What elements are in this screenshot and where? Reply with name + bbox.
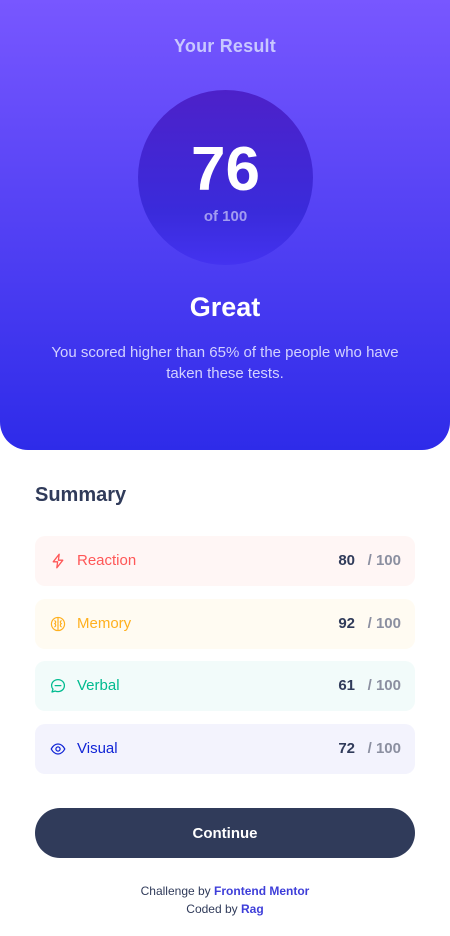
eye-icon [50,743,66,755]
summary-item-max: / 100 [367,552,401,569]
score-max: of 100 [203,208,248,225]
result-panel: Your Result 76 of 100 Great You scored h… [0,0,450,450]
summary-item-max: / 100 [367,677,401,694]
summary-item-max: / 100 [367,615,401,632]
score-circle: 76 of 100 [138,90,313,265]
summary-item-score: 92 [338,615,355,632]
result-description: You scored higher than 65% of the people… [51,344,399,382]
summary-title: Summary [35,484,127,506]
brain-icon [50,616,66,632]
lightning-icon [52,553,64,569]
summary-item-max: / 100 [367,740,401,757]
score-value: 76 [191,135,260,204]
result-title: Your Result [174,36,276,56]
summary-item-score: 80 [338,552,355,569]
summary-item-label: Memory [77,615,132,632]
summary-item-reaction: Reaction 80 / 100 [35,536,415,586]
summary-item-visual: Visual 72 / 100 [35,724,415,774]
chat-bubble-icon [50,678,66,693]
attribution-challenge: Challenge by Frontend Mentor [0,882,450,900]
continue-button[interactable]: Continue [35,808,415,858]
frontend-mentor-link[interactable]: Frontend Mentor [214,884,309,898]
summary-item-verbal: Verbal 61 / 100 [35,661,415,711]
author-link[interactable]: Rag [241,902,264,916]
summary-item-score: 61 [338,677,355,694]
attribution-coded-prefix: Coded by [186,902,238,916]
rating-label: Great [189,292,261,322]
summary-item-score: 72 [338,740,355,757]
attribution-challenge-prefix: Challenge by [140,884,211,898]
summary-item-memory: Memory 92 / 100 [35,599,415,649]
attribution: Challenge by Frontend Mentor Coded by Ra… [0,882,450,918]
summary-item-label: Visual [77,740,118,757]
summary-item-label: Verbal [77,677,120,694]
attribution-coded: Coded by Rag [0,900,450,918]
summary-item-label: Reaction [77,552,137,569]
